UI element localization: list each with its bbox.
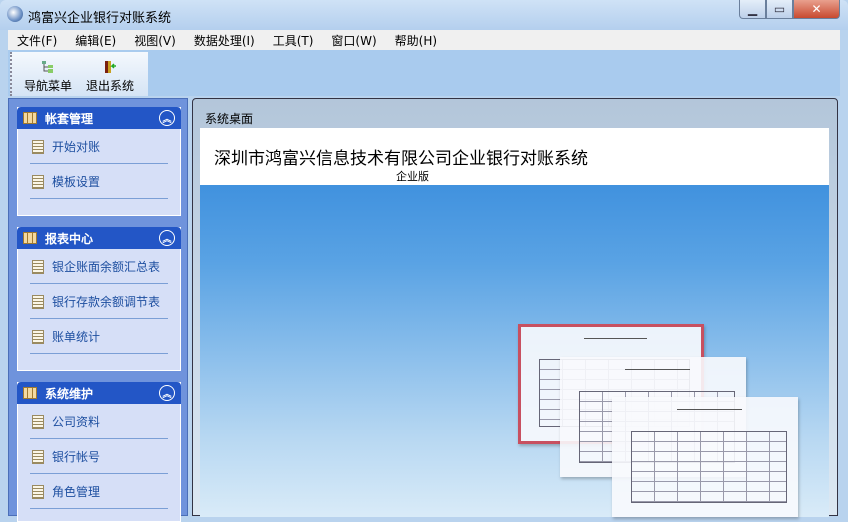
item-label: 开始对账 xyxy=(52,140,101,154)
sidebar-item-start-reconcile[interactable]: 开始对账 xyxy=(18,129,180,164)
sidebar-item-bill-statistics[interactable]: 账单统计 xyxy=(18,319,180,354)
grid-icon xyxy=(23,112,37,124)
banner: 深圳市鸿富兴信息技术有限公司企业银行对账系统 企业版 xyxy=(200,128,829,185)
document-icon xyxy=(32,329,44,344)
sidebar-item-company-info[interactable]: 公司资料 xyxy=(18,404,180,439)
item-label: 角色管理 xyxy=(52,485,101,499)
report-sheet-image xyxy=(612,397,798,517)
collapse-icon[interactable]: ︽ xyxy=(159,110,175,126)
panel-system-maintenance: 系统维护 ︽ 公司资料 银行帐号 角色管理 xyxy=(17,382,181,522)
panel-title: 报表中心 xyxy=(45,231,94,246)
collapse-icon[interactable]: ︽ xyxy=(159,385,175,401)
document-icon xyxy=(32,294,44,309)
panel-header[interactable]: 报表中心 ︽ xyxy=(17,227,181,249)
item-label: 银行存款余额调节表 xyxy=(52,295,161,309)
panel-title: 系统维护 xyxy=(45,386,94,401)
menu-window[interactable]: 窗口(W) xyxy=(322,32,385,49)
maximize-button[interactable]: ▭ xyxy=(766,0,793,19)
minimize-button[interactable]: ▁ xyxy=(739,0,766,19)
panel-title: 帐套管理 xyxy=(45,111,94,126)
sidebar-item-reconciliation-statement[interactable]: 银行存款余额调节表 xyxy=(18,284,180,319)
collapse-icon[interactable]: ︽ xyxy=(159,230,175,246)
panel-report-center: 报表中心 ︽ 银企账面余额汇总表 银行存款余额调节表 账单统计 xyxy=(17,227,181,371)
menu-tools[interactable]: 工具(T) xyxy=(264,32,323,49)
tree-icon xyxy=(42,61,53,73)
sidebar-item-role-management[interactable]: 角色管理 xyxy=(18,474,180,509)
nav-menu-label: 导航菜单 xyxy=(23,79,72,93)
panel-header[interactable]: 帐套管理 ︽ xyxy=(17,107,181,129)
item-label: 公司资料 xyxy=(52,415,101,429)
item-label: 银企账面余额汇总表 xyxy=(52,260,161,274)
menu-view[interactable]: 视图(V) xyxy=(125,32,185,49)
menu-edit[interactable]: 编辑(E) xyxy=(66,32,125,49)
menu-data[interactable]: 数据处理(I) xyxy=(185,32,264,49)
desktop-content: 深圳市鸿富兴信息技术有限公司企业银行对账系统 企业版 xyxy=(200,128,829,517)
document-icon xyxy=(32,484,44,499)
system-heading: 深圳市鸿富兴信息技术有限公司企业银行对账系统 xyxy=(214,149,588,169)
document-icon xyxy=(32,174,44,189)
close-button[interactable]: ✕ xyxy=(793,0,840,19)
desktop-tab-title: 系统桌面 xyxy=(205,112,254,126)
item-label: 银行帐号 xyxy=(52,450,101,464)
menu-help[interactable]: 帮助(H) xyxy=(386,32,446,49)
grid-icon xyxy=(23,387,37,399)
item-label: 账单统计 xyxy=(52,330,101,344)
document-icon xyxy=(32,259,44,274)
sidebar-item-balance-summary[interactable]: 银企账面余额汇总表 xyxy=(18,249,180,284)
panel-account-management: 帐套管理 ︽ 开始对账 模板设置 xyxy=(17,107,181,216)
menu-bar: 文件(F) 编辑(E) 视图(V) 数据处理(I) 工具(T) 窗口(W) 帮助… xyxy=(8,30,840,50)
grid-icon xyxy=(23,232,37,244)
exit-button[interactable]: 退出系统 xyxy=(80,54,140,94)
app-icon xyxy=(7,6,23,22)
nav-menu-button[interactable]: 导航菜单 xyxy=(18,54,78,94)
panel-header[interactable]: 系统维护 ︽ xyxy=(17,382,181,404)
sidebar-item-bank-account[interactable]: 银行帐号 xyxy=(18,439,180,474)
desktop-panel: 系统桌面 深圳市鸿富兴信息技术有限公司企业银行对账系统 企业版 xyxy=(192,98,838,517)
document-icon xyxy=(32,414,44,429)
edition-label: 企业版 xyxy=(396,170,429,183)
document-icon xyxy=(32,139,44,154)
toolbar: 导航菜单 退出系统 xyxy=(8,50,840,96)
document-icon xyxy=(32,449,44,464)
sidebar-item-template-settings[interactable]: 模板设置 xyxy=(18,164,180,199)
exit-label: 退出系统 xyxy=(85,79,134,93)
exit-door-icon xyxy=(105,61,116,73)
title-bar: 鸿富兴企业银行对账系统 ▁ ▭ ✕ xyxy=(0,0,848,30)
menu-file[interactable]: 文件(F) xyxy=(8,32,66,49)
item-label: 模板设置 xyxy=(52,175,101,189)
navigation-sidebar: 帐套管理 ︽ 开始对账 模板设置 报表中心 ︽ 银企账面余额汇总表 银行存款余额调节… xyxy=(8,98,188,522)
window-title: 鸿富兴企业银行对账系统 xyxy=(28,11,172,26)
